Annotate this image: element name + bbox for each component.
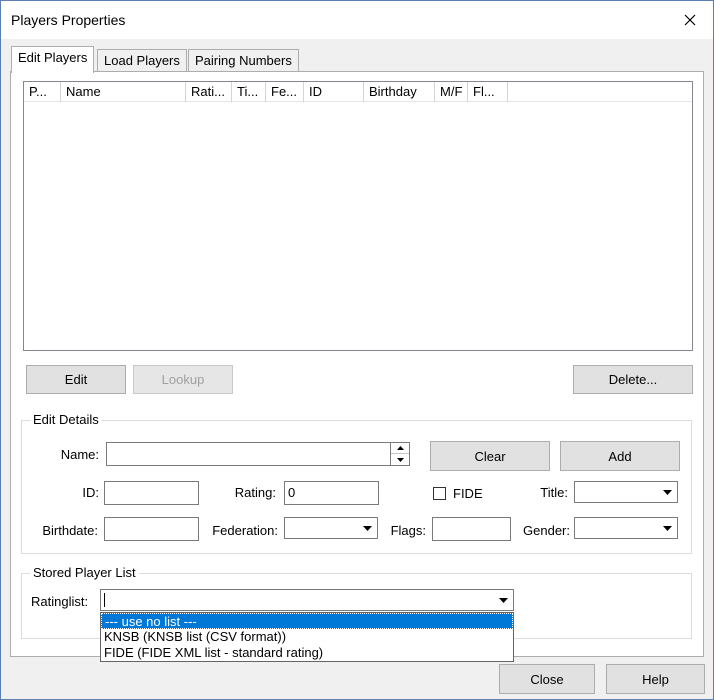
column-header-rating[interactable]: Rati... (186, 82, 232, 102)
ratinglist-option-none[interactable]: --- use no list --- (101, 613, 513, 629)
fide-checkbox[interactable] (433, 487, 446, 500)
chevron-down-icon (658, 483, 676, 501)
id-input[interactable] (104, 481, 199, 505)
edit-details-title: Edit Details (30, 412, 102, 427)
name-input[interactable] (106, 442, 391, 466)
title-select[interactable] (574, 481, 678, 503)
close-icon (684, 14, 696, 26)
column-header-title[interactable]: Ti... (232, 82, 266, 102)
close-window-button[interactable] (667, 1, 713, 39)
lookup-button[interactable]: Lookup (133, 365, 233, 394)
ratinglist-select[interactable] (100, 589, 514, 611)
help-button[interactable]: Help (606, 664, 705, 694)
column-header-gender[interactable]: M/F (435, 82, 468, 102)
name-spinner[interactable] (390, 442, 410, 466)
flags-input[interactable] (432, 517, 511, 541)
spin-down-icon[interactable] (391, 454, 409, 465)
fide-label: FIDE (453, 486, 483, 501)
column-header-federation[interactable]: Fe... (266, 82, 304, 102)
gender-label: Gender: (523, 523, 570, 538)
rating-label: Rating: (234, 485, 276, 500)
close-button[interactable]: Close (499, 664, 595, 694)
column-header-birthday[interactable]: Birthday (364, 82, 435, 102)
column-header-position[interactable]: P... (24, 82, 61, 102)
birthdate-input[interactable] (104, 517, 199, 541)
birthdate-label: Birthdate: (42, 523, 98, 538)
stored-player-list-title: Stored Player List (30, 565, 139, 580)
edit-button[interactable]: Edit (26, 365, 126, 394)
federation-label: Federation: (212, 523, 278, 538)
gender-select[interactable] (574, 517, 678, 539)
chevron-down-icon (358, 519, 376, 537)
column-header-id[interactable]: ID (304, 82, 364, 102)
ratinglist-option-fide[interactable]: FIDE (FIDE XML list - standard rating) (101, 645, 513, 661)
delete-button[interactable]: Delete... (573, 365, 693, 394)
ratinglist-option-knsb[interactable]: KNSB (KNSB list (CSV format)) (101, 629, 513, 645)
chevron-down-icon (494, 591, 512, 609)
id-label: ID: (82, 485, 99, 500)
chevron-down-icon (658, 519, 676, 537)
clear-button[interactable]: Clear (430, 441, 550, 471)
spin-up-icon[interactable] (391, 443, 409, 454)
tab-load-players[interactable]: Load Players (97, 49, 187, 73)
rating-input[interactable]: 0 (284, 481, 379, 505)
players-list[interactable]: P... Name Rati... Ti... Fe... ID Birthda… (23, 81, 693, 351)
federation-select[interactable] (284, 517, 378, 539)
ratinglist-dropdown[interactable]: --- use no list --- KNSB (KNSB list (CSV… (100, 612, 514, 662)
title-label: Title: (540, 485, 568, 500)
tab-pairing-numbers[interactable]: Pairing Numbers (188, 49, 299, 73)
players-list-header: P... Name Rati... Ti... Fe... ID Birthda… (24, 82, 692, 102)
add-button[interactable]: Add (560, 441, 680, 471)
ratinglist-label: Ratinglist: (31, 594, 89, 609)
name-label: Name: (60, 447, 99, 462)
flags-label: Flags: (390, 523, 426, 538)
title-bar[interactable]: Players Properties (1, 1, 713, 39)
column-header-name[interactable]: Name (61, 82, 186, 102)
column-header-flags[interactable]: Fl... (468, 82, 508, 102)
tab-edit-players[interactable]: Edit Players (11, 46, 95, 73)
window-title: Players Properties (11, 12, 126, 28)
players-properties-window: Players Properties Edit Players Load Pla… (0, 0, 714, 700)
text-cursor (104, 593, 105, 607)
